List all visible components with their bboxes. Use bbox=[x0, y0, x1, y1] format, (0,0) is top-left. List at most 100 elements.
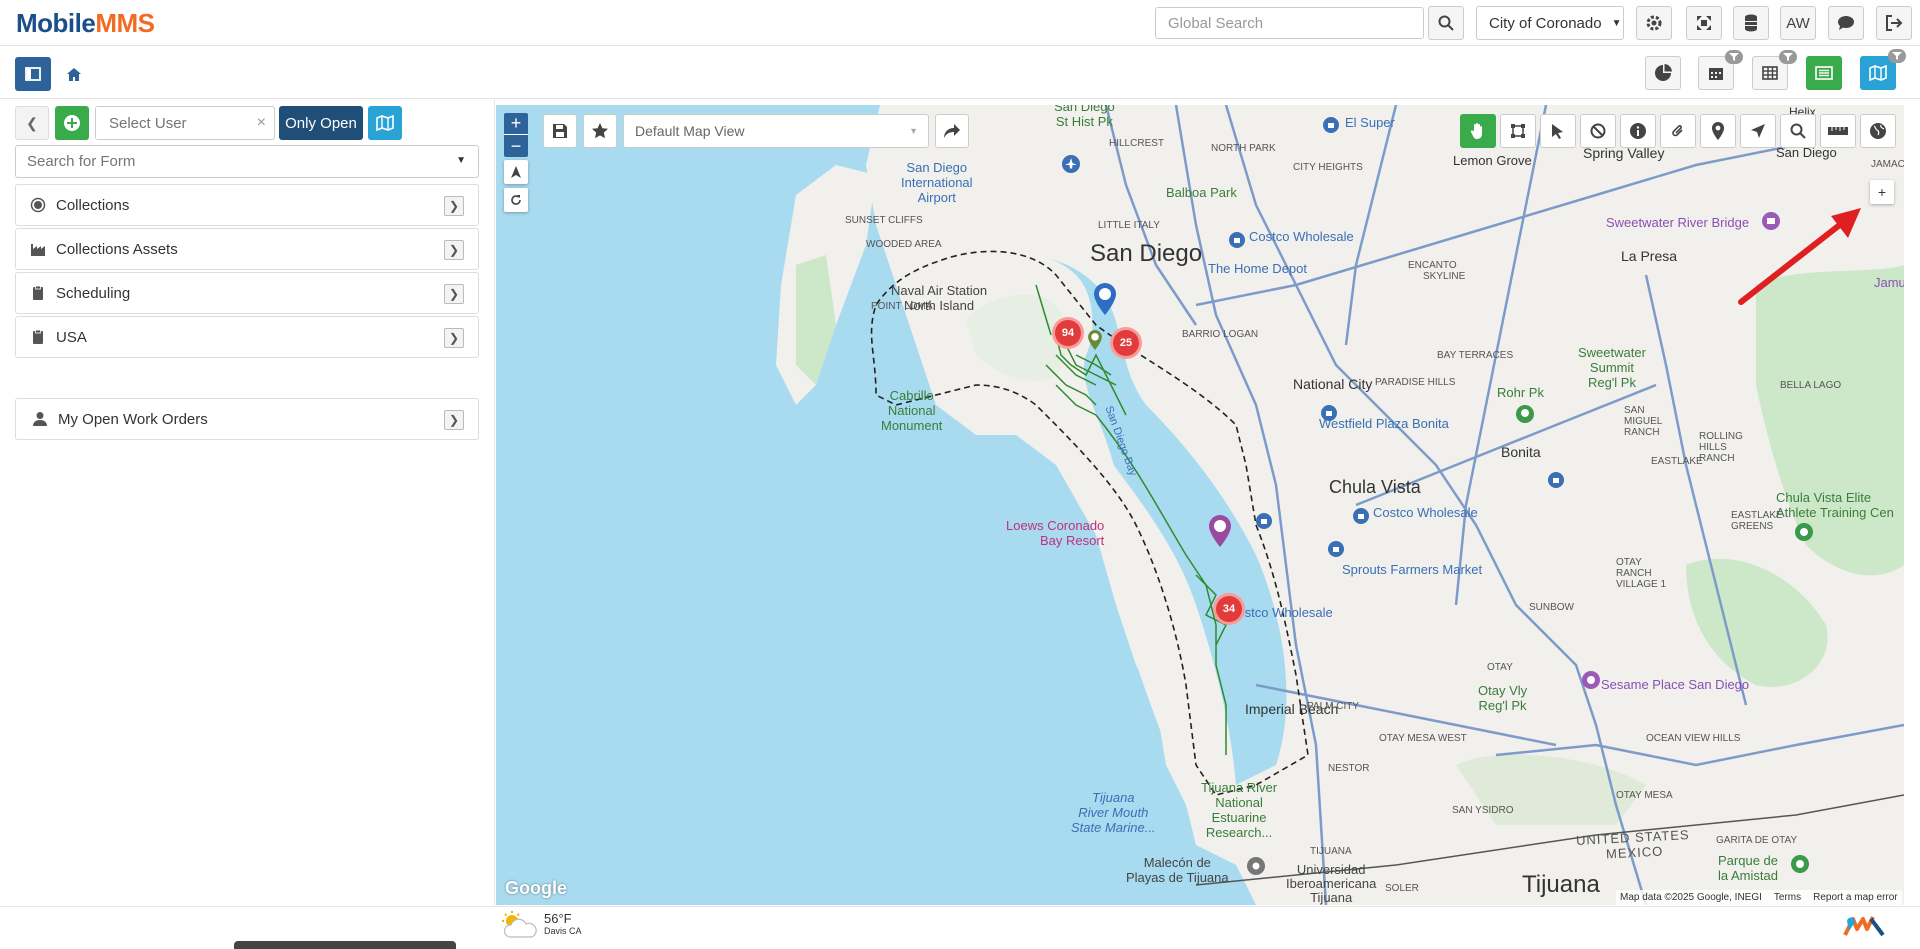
form-search-select[interactable]: ▼ bbox=[15, 145, 479, 178]
share-view-button[interactable] bbox=[935, 114, 969, 148]
panel-map-button[interactable] bbox=[368, 106, 402, 140]
map-label-neighborhood: SUNSET CLIFFS bbox=[845, 215, 923, 226]
map-pin-icon[interactable] bbox=[1087, 330, 1103, 350]
share-icon bbox=[944, 124, 960, 138]
save-view-button[interactable] bbox=[543, 114, 577, 148]
compass-button[interactable] bbox=[504, 160, 528, 184]
grid-filter-badge[interactable] bbox=[1779, 50, 1797, 64]
accordion-collections[interactable]: Collections ❯ bbox=[15, 184, 479, 226]
shopping-icon bbox=[1229, 232, 1245, 248]
zoom-in-button[interactable]: + bbox=[504, 113, 528, 135]
place-marker-button[interactable] bbox=[1700, 114, 1736, 148]
pan-tool-button[interactable] bbox=[1460, 114, 1496, 148]
refresh-button[interactable] bbox=[504, 188, 528, 212]
list-view-button[interactable] bbox=[1806, 56, 1842, 90]
map-label-neighborhood: PALM CITY bbox=[1307, 701, 1360, 712]
caret-down-icon: ▼ bbox=[1611, 17, 1622, 29]
fullscreen-button[interactable] bbox=[1686, 6, 1722, 40]
map-label-loews: Loews Coronado Bay Resort bbox=[1006, 518, 1105, 548]
chevron-right-icon[interactable]: ❯ bbox=[444, 240, 464, 260]
zoom-out-button[interactable]: − bbox=[504, 135, 528, 157]
report-error-link[interactable]: Report a map error bbox=[1813, 892, 1897, 903]
globe-icon bbox=[1870, 123, 1886, 139]
map-icon bbox=[1869, 65, 1887, 81]
accordion-usa[interactable]: USA ❯ bbox=[15, 316, 479, 358]
calendar-button[interactable] bbox=[1698, 50, 1743, 90]
weather-temp: 56°F bbox=[544, 911, 572, 926]
accordion-my-open-work-orders[interactable]: My Open Work Orders ❯ bbox=[15, 398, 479, 440]
scroll-handle[interactable] bbox=[234, 941, 456, 949]
chevron-right-icon[interactable]: ❯ bbox=[444, 410, 464, 430]
chevron-right-icon[interactable]: ❯ bbox=[444, 196, 464, 216]
add-button[interactable] bbox=[55, 106, 89, 140]
map-label-neighborhood: SUNBOW bbox=[1529, 602, 1574, 613]
back-button[interactable]: ❮ bbox=[15, 106, 49, 140]
global-search-input[interactable] bbox=[1155, 7, 1424, 39]
table-icon bbox=[1762, 66, 1778, 80]
weather-widget[interactable]: 56°F Davis CA bbox=[498, 911, 582, 939]
map-label-tijuana: Tijuana bbox=[1522, 871, 1600, 898]
home-button[interactable] bbox=[56, 57, 92, 91]
map-label-jamul: Jamul bbox=[1874, 275, 1904, 290]
cluster-marker[interactable]: 94 bbox=[1052, 317, 1084, 349]
map-label-rohr-park: Rohr Pk bbox=[1497, 385, 1544, 400]
toggle-panel-button[interactable] bbox=[15, 57, 51, 91]
map-view-button[interactable] bbox=[1860, 49, 1906, 90]
shopping-icon bbox=[1321, 405, 1337, 421]
secondary-toolbar bbox=[0, 47, 1920, 99]
database-button[interactable] bbox=[1733, 6, 1769, 40]
favorite-view-button[interactable] bbox=[583, 114, 617, 148]
target-icon bbox=[30, 197, 46, 213]
attraction-icon bbox=[1582, 671, 1600, 689]
form-search-input[interactable] bbox=[16, 146, 436, 177]
search-icon bbox=[1790, 123, 1806, 139]
city-select[interactable]: City of Coronado ▼ bbox=[1476, 6, 1624, 40]
map-view-select[interactable]: Default Map View ▼ bbox=[623, 114, 929, 148]
chat-button[interactable] bbox=[1828, 6, 1864, 40]
accordion-collections-assets[interactable]: Collections Assets ❯ bbox=[15, 228, 479, 270]
draw-area-button[interactable] bbox=[1500, 114, 1536, 148]
chevron-right-icon[interactable]: ❯ bbox=[444, 284, 464, 304]
terms-link[interactable]: Terms bbox=[1774, 892, 1801, 903]
calendar-icon bbox=[1709, 68, 1723, 80]
info-tool-button[interactable] bbox=[1620, 114, 1656, 148]
locate-button[interactable] bbox=[1740, 114, 1776, 148]
select-tool-button[interactable] bbox=[1540, 114, 1576, 148]
accordion-scheduling[interactable]: Scheduling ❯ bbox=[15, 272, 479, 314]
caret-down-icon: ▼ bbox=[456, 155, 466, 166]
map-label-neighborhood: BARRIO LOGAN bbox=[1182, 329, 1259, 340]
logout-icon bbox=[1886, 15, 1903, 31]
map-label-neighborhood: OTAY RANCH VILLAGE 1 bbox=[1616, 557, 1667, 590]
cluster-marker[interactable]: 34 bbox=[1213, 593, 1245, 625]
map-label-chula-vista: Chula Vista bbox=[1329, 477, 1421, 497]
brand-mark-icon bbox=[1843, 916, 1885, 937]
accordion-label: Collections bbox=[56, 196, 130, 214]
calendar-filter-badge[interactable] bbox=[1725, 50, 1743, 64]
dashboard-button[interactable] bbox=[1645, 56, 1681, 90]
map-canvas[interactable]: San Diego National City Chula Vista Impe… bbox=[496, 105, 1904, 905]
select-user-field[interactable]: × bbox=[95, 106, 275, 140]
map-label-neighborhood: SKYLINE bbox=[1423, 271, 1466, 282]
map-pin-icon[interactable] bbox=[1208, 515, 1232, 547]
only-open-button[interactable]: Only Open bbox=[279, 106, 363, 140]
grid-button[interactable] bbox=[1752, 50, 1797, 90]
attachment-button[interactable] bbox=[1660, 114, 1696, 148]
map-filter-badge[interactable] bbox=[1888, 49, 1906, 63]
expand-layer-button[interactable]: + bbox=[1870, 180, 1894, 204]
chevron-right-icon[interactable]: ❯ bbox=[444, 328, 464, 348]
cluster-marker[interactable]: 25 bbox=[1110, 327, 1142, 359]
logout-button[interactable] bbox=[1876, 6, 1912, 40]
search-button[interactable] bbox=[1428, 6, 1464, 40]
user-avatar-button[interactable]: AW bbox=[1780, 6, 1816, 40]
basemap-button[interactable] bbox=[1860, 114, 1896, 148]
settings-button[interactable] bbox=[1636, 6, 1672, 40]
select-user-input[interactable] bbox=[96, 107, 246, 139]
map-search-button[interactable] bbox=[1780, 114, 1816, 148]
map-pin-icon[interactable] bbox=[1093, 283, 1117, 315]
clear-icon[interactable]: × bbox=[257, 114, 266, 132]
app-logo[interactable]: MobileMMS bbox=[16, 8, 155, 39]
clear-selection-button[interactable] bbox=[1580, 114, 1616, 148]
ruler-icon bbox=[1828, 127, 1848, 135]
measure-button[interactable] bbox=[1820, 114, 1856, 148]
map-label-la-presa: La Presa bbox=[1621, 248, 1678, 264]
